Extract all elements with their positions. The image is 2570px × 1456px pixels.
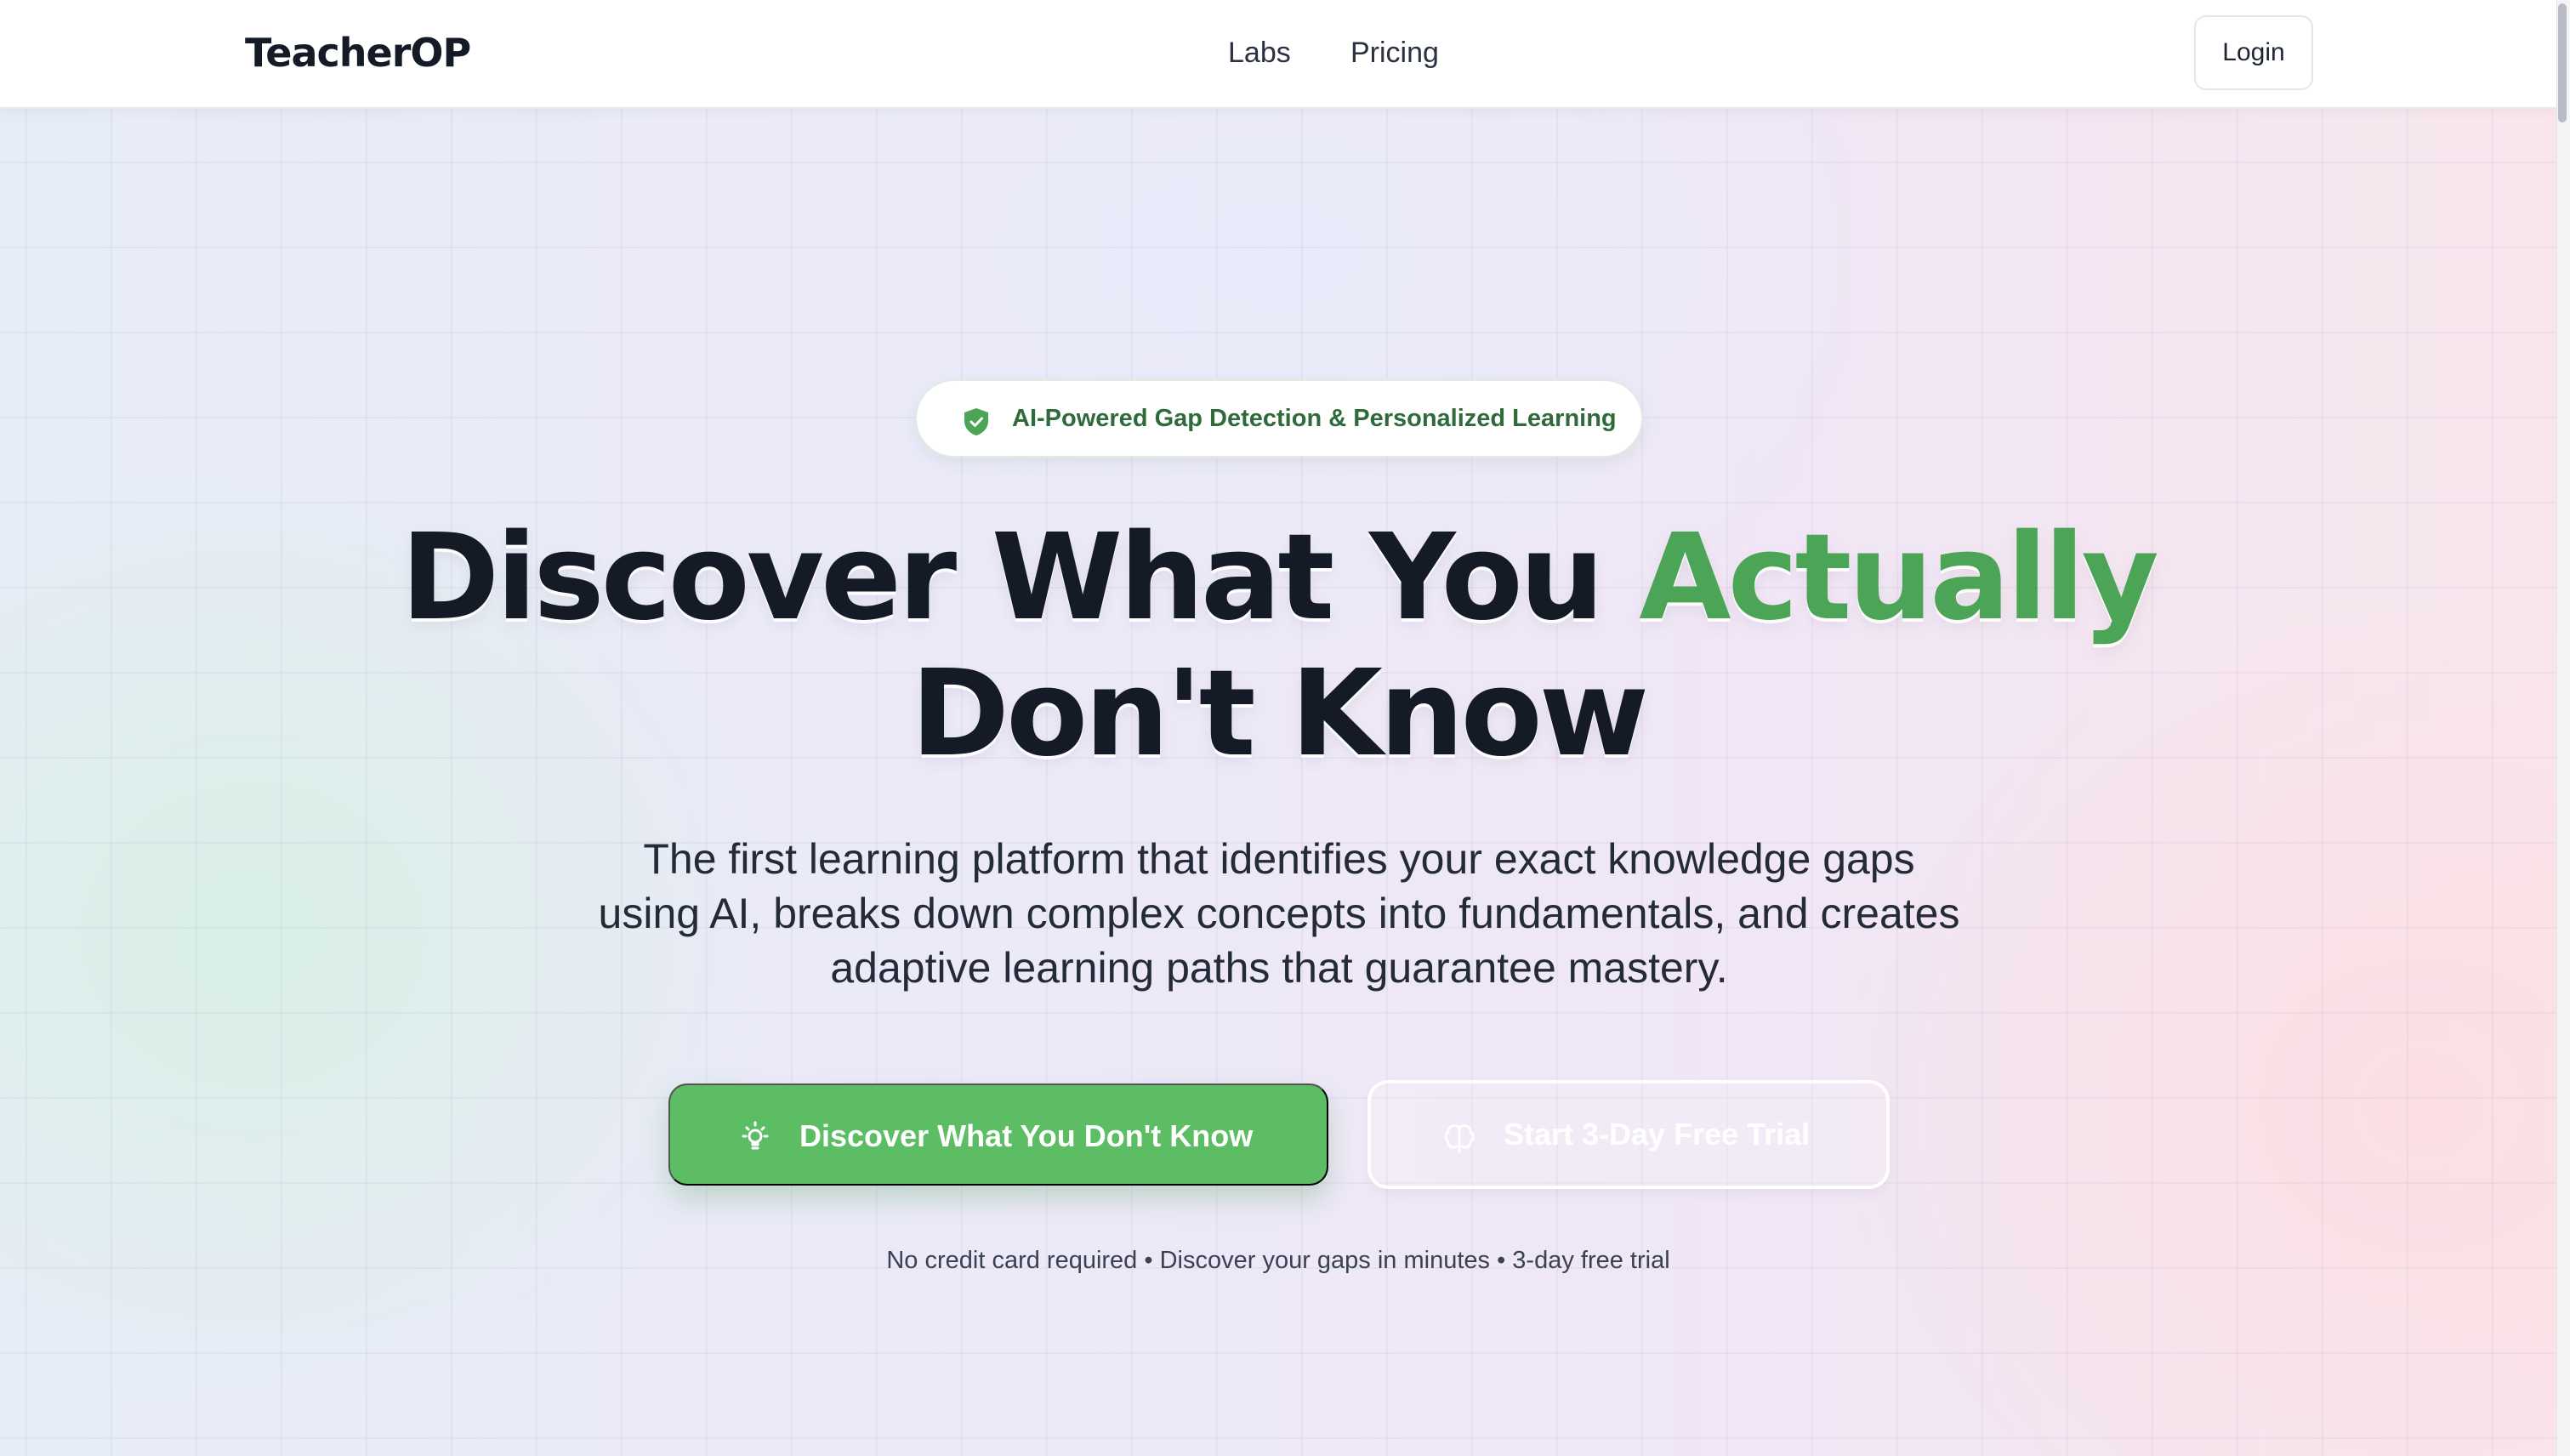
headline-part1: Discover What You bbox=[401, 509, 1640, 647]
lightbulb-icon bbox=[742, 1121, 769, 1150]
discover-cta-label: Discover What You Don't Know bbox=[799, 1118, 1254, 1153]
free-trial-label: Start 3-Day Free Trial bbox=[1504, 1117, 1811, 1152]
feature-badge: AI-Powered Gap Detection & Personalized … bbox=[915, 379, 1643, 458]
hero-subtext: The first learning platform that identif… bbox=[598, 835, 1960, 992]
login-button[interactable]: Login bbox=[2194, 15, 2313, 90]
hero-headline: Discover What You Actually Don't Know bbox=[0, 510, 2556, 782]
hero-footnote: No credit card required • Discover your … bbox=[886, 1247, 1670, 1274]
top-navbar: TeacherOP Labs Pricing Login bbox=[0, 0, 2556, 109]
scrollbar-track[interactable] bbox=[2556, 0, 2570, 1456]
headline-line2: Don't Know bbox=[910, 645, 1649, 783]
scrollbar-thumb[interactable] bbox=[2558, 3, 2567, 122]
shield-check-icon bbox=[964, 408, 988, 435]
free-trial-button[interactable]: Start 3-Day Free Trial bbox=[1367, 1080, 1890, 1189]
headline-accent: Actually bbox=[1639, 509, 2159, 647]
main-nav: Labs Pricing bbox=[0, 0, 2556, 109]
nav-link-labs[interactable]: Labs bbox=[1228, 32, 1291, 73]
brain-icon bbox=[1444, 1124, 1475, 1153]
discover-cta-button[interactable]: Discover What You Don't Know bbox=[668, 1083, 1328, 1186]
nav-link-pricing[interactable]: Pricing bbox=[1350, 32, 1439, 73]
badge-text: AI-Powered Gap Detection & Personalized … bbox=[1012, 405, 1617, 432]
